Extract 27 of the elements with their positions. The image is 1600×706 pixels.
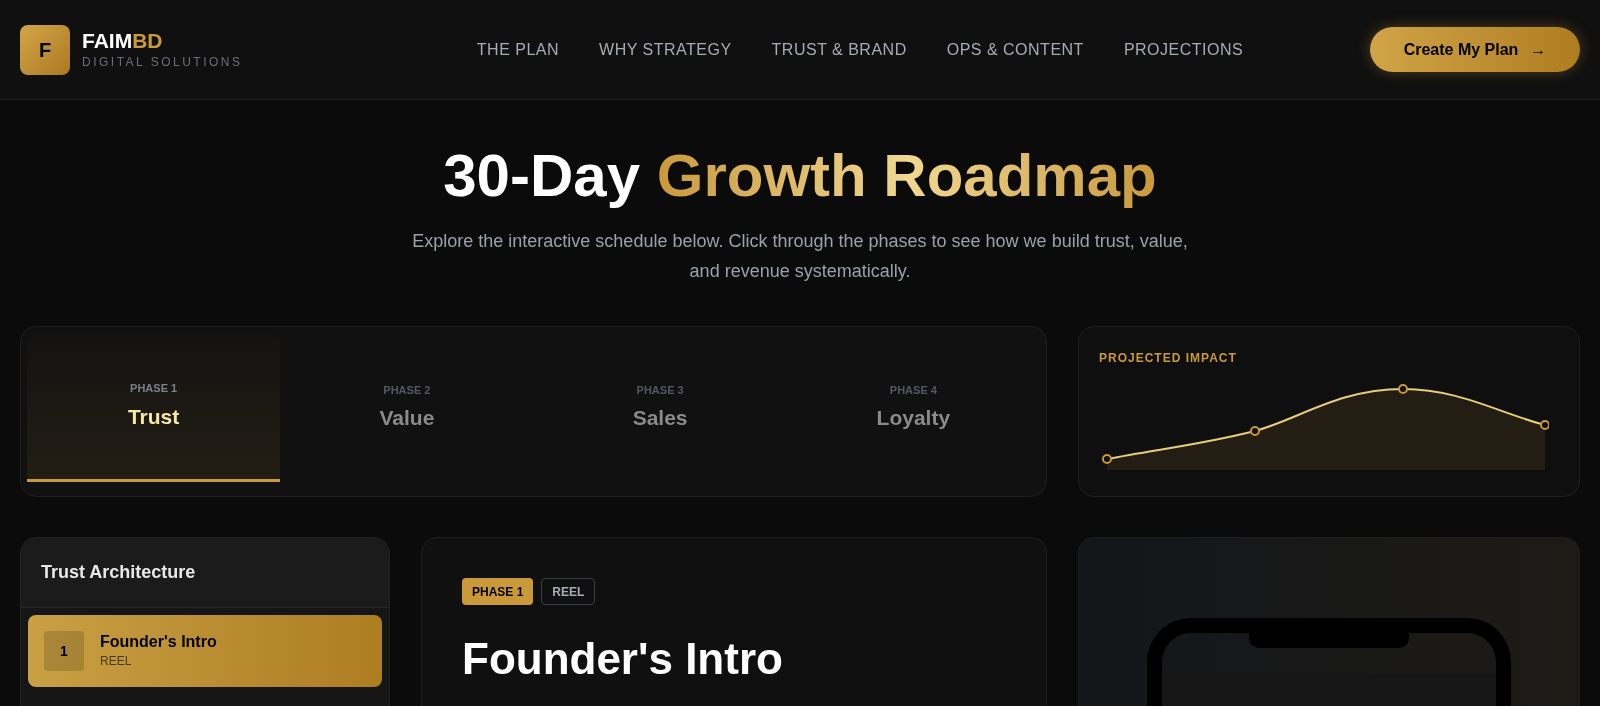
logo-badge: F (20, 24, 70, 75)
create-plan-button[interactable]: Create My Plan → (1370, 27, 1580, 72)
page-subtitle: Explore the interactive schedule below. Click through the phases to see how we build trust, value, and revenue systematically. (411, 230, 1189, 283)
nav-link[interactable]: PROJECTIONS (1123, 37, 1244, 62)
phase-tab[interactable]: PHASE 4 Loyalty (786, 333, 1040, 482)
phase-tab[interactable]: PHASE 1 Trust (27, 333, 281, 482)
tag: REEL (541, 578, 596, 605)
nav-link[interactable]: THE PLAN (476, 37, 560, 62)
sidebar-item[interactable]: 1 Founder's Intro REEL (28, 615, 382, 687)
sidebar-title: Trust Architecture (41, 561, 196, 584)
brand-tagline: DIGITAL SOLUTIONS (82, 53, 243, 71)
brand-name: FAIMBD (82, 28, 164, 53)
nav-link[interactable]: WHY STRATEGY (599, 37, 732, 62)
nav-link[interactable]: TRUST & BRAND (771, 37, 907, 62)
tag: PHASE 1 (462, 578, 534, 605)
detail-title: Founder's Intro (462, 633, 784, 685)
phase-tab[interactable]: PHASE 2 Value (280, 333, 534, 482)
item-type: REEL (100, 653, 133, 670)
sparkline-point (1540, 420, 1549, 430)
impact-title: PROJECTED IMPACT (1099, 350, 1238, 367)
phase-tab[interactable]: PHASE 3 Sales (533, 333, 787, 482)
sparkline-point (1398, 384, 1408, 394)
sparkline-point (1102, 454, 1112, 464)
item-title: Founder's Intro (100, 632, 217, 652)
step-number: 1 (44, 631, 84, 671)
sparkline-point (1250, 426, 1260, 436)
nav-link[interactable]: OPS & CONTENT (946, 37, 1084, 62)
